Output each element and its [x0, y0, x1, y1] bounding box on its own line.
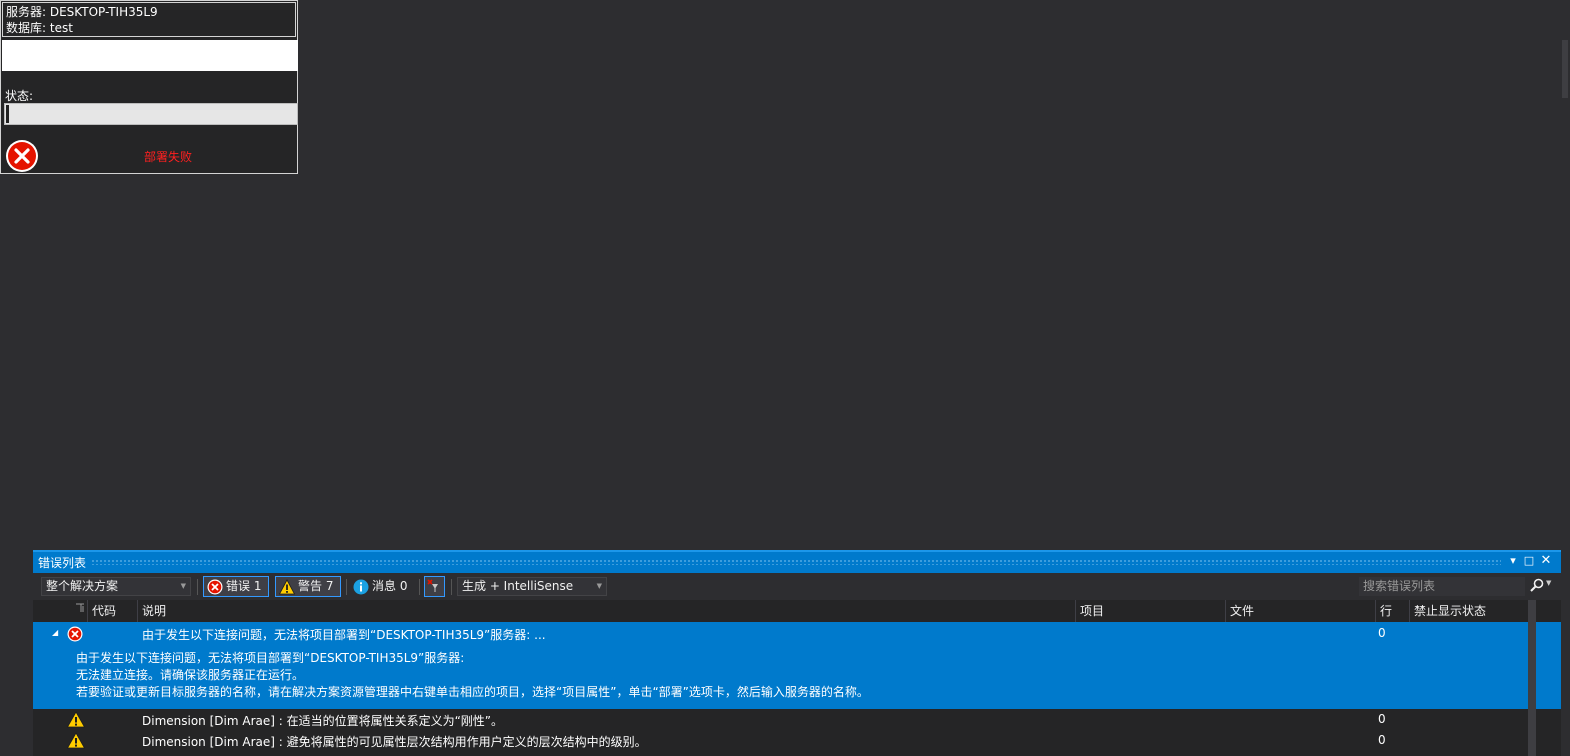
status-label: 状态: — [5, 89, 34, 103]
error-detail-line-3: 若要验证或更新目标服务器的名称，请在解决方案资源管理器中右键单击相应的项目，选择… — [76, 685, 869, 699]
clear-filter-icon — [427, 579, 438, 592]
search-icon[interactable] — [1530, 578, 1544, 592]
close-icon[interactable]: ✕ — [1539, 553, 1553, 568]
error-detail-line-1: 由于发生以下连接问题，无法将项目部署到“DESKTOP-TIH35L9”服务器: — [76, 651, 465, 665]
search-error-list-input[interactable]: 搜索错误列表 — [1359, 577, 1525, 596]
error-list-toolbar: 整个解决方案 ▼ 错误 1 警告 7 消息 0 生成 + IntelliSens… — [33, 573, 1561, 600]
warning-description: Dimension [Dim Arae] : 在适当的位置将属性关系定义为“刚性… — [142, 714, 504, 728]
warnings-filter-button[interactable]: 警告 7 — [275, 576, 341, 597]
column-header-description[interactable]: 说明 — [137, 600, 1075, 622]
search-placeholder: 搜索错误列表 — [1363, 579, 1436, 593]
deploy-failed-icon — [6, 140, 38, 172]
table-row[interactable]: Dimension [Dim Arae] : 避免将属性的可见属性层次结构用作用… — [33, 730, 1561, 751]
column-header-line[interactable]: 行 — [1375, 600, 1409, 622]
error-list-scrollbar[interactable] — [1528, 600, 1536, 756]
titlebar-grip — [91, 559, 1501, 565]
progress-fill — [6, 105, 9, 123]
maximize-icon[interactable]: □ — [1522, 554, 1536, 567]
column-header-code[interactable]: 代码 — [87, 600, 137, 622]
deploy-log-textbox[interactable] — [2, 40, 298, 71]
build-source-combo[interactable]: 生成 + IntelliSense ▼ — [457, 577, 607, 596]
deploy-dialog: 服务器: DESKTOP-TIH35L9 数据库: test 状态: 部署失败 — [0, 0, 298, 174]
error-icon — [67, 626, 83, 642]
error-line: 0 — [1378, 626, 1386, 640]
errors-filter-button[interactable]: 错误 1 — [203, 576, 269, 597]
panel-titlebar[interactable]: 错误列表 ▾ □ ✕ — [33, 550, 1561, 573]
build-source-value: 生成 + IntelliSense — [462, 579, 574, 593]
scope-combo-value: 整个解决方案 — [46, 579, 119, 593]
warning-icon — [67, 711, 85, 728]
table-row-selected-error[interactable]: ◢ 由于发生以下连接问题，无法将项目部署到“DESKTOP-TIH35L9”服务… — [33, 622, 1561, 709]
warning-line: 0 — [1378, 712, 1386, 726]
window-position-dropdown-icon[interactable]: ▾ — [1506, 554, 1520, 567]
messages-filter-label: 消息 0 — [372, 579, 408, 593]
column-header-file[interactable]: 文件 — [1225, 600, 1375, 622]
warning-description: Dimension [Dim Arae] : 避免将属性的可见属性层次结构用作用… — [142, 735, 647, 749]
connection-info: 服务器: DESKTOP-TIH35L9 数据库: test — [2, 2, 296, 37]
toolbar-separator — [346, 579, 347, 595]
info-icon — [353, 579, 369, 595]
warning-line: 0 — [1378, 733, 1386, 747]
column-options-icon[interactable] — [63, 600, 87, 622]
toolbar-separator — [451, 579, 452, 595]
column-header-filler — [1535, 600, 1561, 622]
warning-icon — [67, 732, 85, 749]
toolbar-separator — [197, 579, 198, 595]
chevron-down-icon: ▼ — [180, 582, 186, 590]
chevron-down-icon: ▼ — [596, 582, 602, 590]
database-line: 数据库: test — [6, 21, 73, 35]
deploy-progress-bar — [4, 103, 298, 125]
server-line: 服务器: DESKTOP-TIH35L9 — [6, 5, 158, 19]
warnings-filter-label: 警告 7 — [298, 579, 334, 593]
table-row[interactable]: Dimension [Dim Arae] : 在适当的位置将属性关系定义为“刚性… — [33, 709, 1561, 730]
error-summary: 由于发生以下连接问题，无法将项目部署到“DESKTOP-TIH35L9”服务器:… — [142, 628, 546, 642]
error-icon — [207, 579, 223, 595]
error-list-panel: 错误列表 ▾ □ ✕ 整个解决方案 ▼ 错误 1 警告 7 消息 0 生成 + … — [33, 550, 1561, 756]
column-header-row: 代码 说明 项目 文件 行 禁止显示状态 — [33, 600, 1561, 622]
deploy-result-text: 部署失败 — [144, 150, 193, 164]
errors-filter-label: 错误 1 — [226, 579, 262, 593]
scope-combo[interactable]: 整个解决方案 ▼ — [41, 577, 191, 596]
error-detail-line-2: 无法建立连接。请确保该服务器正在运行。 — [76, 668, 305, 682]
messages-filter-button[interactable]: 消息 0 — [349, 576, 415, 597]
search-options-chevron-icon[interactable]: ▼ — [1546, 579, 1551, 587]
clear-filter-button[interactable] — [424, 576, 445, 597]
warning-icon — [279, 579, 295, 595]
toolbar-separator — [419, 579, 420, 595]
column-header-project[interactable]: 项目 — [1075, 600, 1225, 622]
editor-scrollbar[interactable] — [1562, 40, 1568, 98]
panel-title: 错误列表 — [38, 556, 87, 570]
column-header-suppression[interactable]: 禁止显示状态 — [1409, 600, 1535, 622]
collapse-arrow-icon[interactable]: ◢ — [52, 628, 58, 637]
